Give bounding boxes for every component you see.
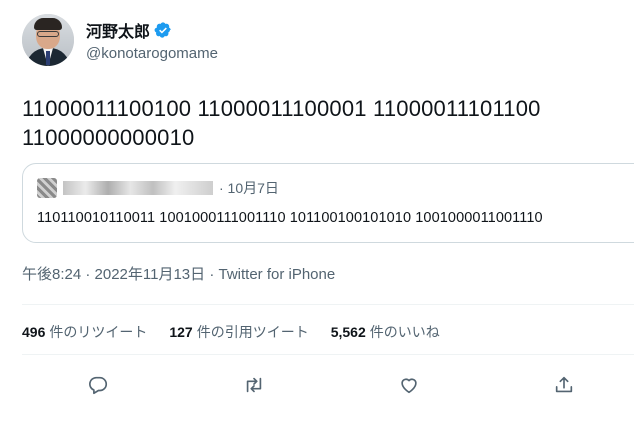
- quoted-tweet[interactable]: · 10月7日 110110010110011 1001000111001110…: [22, 163, 634, 243]
- tweet-text-line: 11000011100100 11000011100001 1100001110…: [22, 96, 541, 121]
- tweet-stats: 496 件のリツイート 127 件の引用ツイート 5,562 件のいいね: [22, 322, 462, 342]
- tweet-text-line: 11000000000010: [22, 125, 195, 150]
- quote-tweet-count[interactable]: 127 件の引用ツイート: [169, 322, 308, 342]
- stat-value: 496: [22, 324, 46, 340]
- stat-value: 5,562: [330, 324, 366, 340]
- divider: [22, 354, 634, 355]
- share-button[interactable]: [549, 370, 579, 400]
- retweet-button[interactable]: [239, 370, 269, 400]
- quoted-author-avatar-pixelated: [37, 178, 57, 198]
- tweet-timestamp[interactable]: 午後8:24 · 2022年11月13日 · Twitter for iPhon…: [22, 263, 335, 284]
- quoted-tweet-date: · 10月7日: [219, 180, 279, 196]
- tweet-header: 河野太郎 @konotarogomame: [22, 14, 218, 66]
- tweet-text: 11000011100100 11000011100001 1100001110…: [22, 94, 622, 152]
- verified-badge-icon: [154, 22, 171, 38]
- tweet-actions: [0, 370, 634, 400]
- reply-button[interactable]: [83, 370, 113, 400]
- retweet-icon: [246, 377, 262, 393]
- stat-label: 件のいいね: [369, 324, 440, 340]
- quoted-tweet-text: 110110010110011 1001000111001110 1011001…: [37, 210, 543, 226]
- author-avatar[interactable]: [22, 14, 74, 66]
- like-count[interactable]: 5,562 件のいいね: [331, 322, 440, 342]
- stat-value: 127: [169, 324, 193, 340]
- stat-label: 件のリツイート: [49, 324, 148, 340]
- author-names: 河野太郎 @konotarogomame: [86, 18, 218, 62]
- author-handle[interactable]: @konotarogomame: [86, 45, 218, 62]
- like-icon: [401, 378, 417, 394]
- quoted-tweet-header: · 10月7日: [37, 178, 279, 198]
- retweet-count[interactable]: 496 件のリツイート: [22, 322, 147, 342]
- author-display-name[interactable]: 河野太郎: [86, 18, 150, 42]
- quoted-author-name-pixelated: [63, 181, 213, 195]
- like-button[interactable]: [394, 370, 424, 400]
- stat-label: 件の引用ツイート: [196, 324, 309, 340]
- share-icon: [555, 376, 573, 393]
- divider: [22, 304, 634, 305]
- reply-icon: [89, 376, 108, 395]
